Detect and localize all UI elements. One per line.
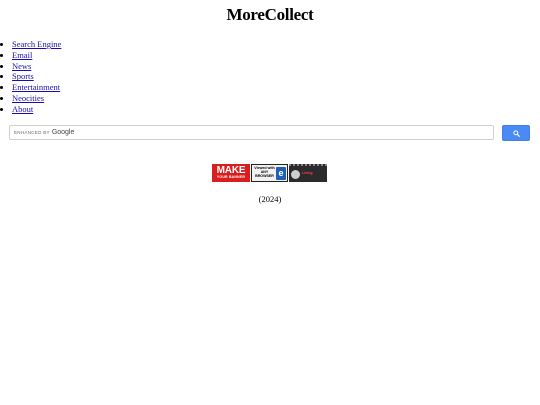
site-title: MoreCollect (226, 5, 314, 24)
google-logo: Google (51, 129, 75, 136)
nav-item-news: News (12, 61, 61, 72)
disc-icon (291, 169, 300, 179)
nav-item-search-engine: Search Engine (12, 39, 61, 50)
nav-item-neocities: Neocities (12, 93, 61, 104)
footer-year: (2024) (258, 194, 282, 204)
search-button[interactable] (502, 125, 530, 141)
search-box: ENHANCED BY Google (9, 125, 494, 140)
any-browser-badge[interactable]: Viewed with ANY BROWSER e (251, 164, 288, 182)
nav-item-entertainment: Entertainment (12, 82, 61, 93)
nav-link-about[interactable]: About (12, 104, 33, 114)
badge-browser-text: Viewed with ANY BROWSER (254, 166, 275, 178)
browser-e-icon: e (276, 166, 286, 180)
badge-living-text: Living (302, 171, 313, 176)
nav-link-neocities[interactable]: Neocities (12, 93, 44, 103)
nav-link-search-engine[interactable]: Search Engine (12, 39, 61, 49)
search-input[interactable] (76, 126, 493, 139)
search-icon (512, 129, 520, 137)
nav-item-sports: Sports (12, 71, 61, 82)
nav-link-news[interactable]: News (12, 61, 31, 71)
page: MoreCollect Search Engine Email News Spo… (0, 0, 540, 405)
nav-item-email: Email (12, 50, 61, 61)
nav-item-about: About (12, 104, 61, 115)
living-badge[interactable]: Living (289, 164, 327, 182)
nav-list: Search Engine Email News Sports Entertai… (0, 39, 61, 115)
badge-make-line2: YOUR BANNER (216, 175, 246, 180)
enhanced-by-label: ENHANCED BY (14, 130, 50, 135)
nav-link-email[interactable]: Email (12, 50, 32, 60)
nav-link-sports[interactable]: Sports (12, 71, 34, 81)
make-your-banner-badge[interactable]: MAKE YOUR BANNER (212, 164, 250, 182)
nav-link-entertainment[interactable]: Entertainment (12, 82, 60, 92)
badge-row: MAKE YOUR BANNER Viewed with ANY BROWSER… (212, 164, 327, 182)
